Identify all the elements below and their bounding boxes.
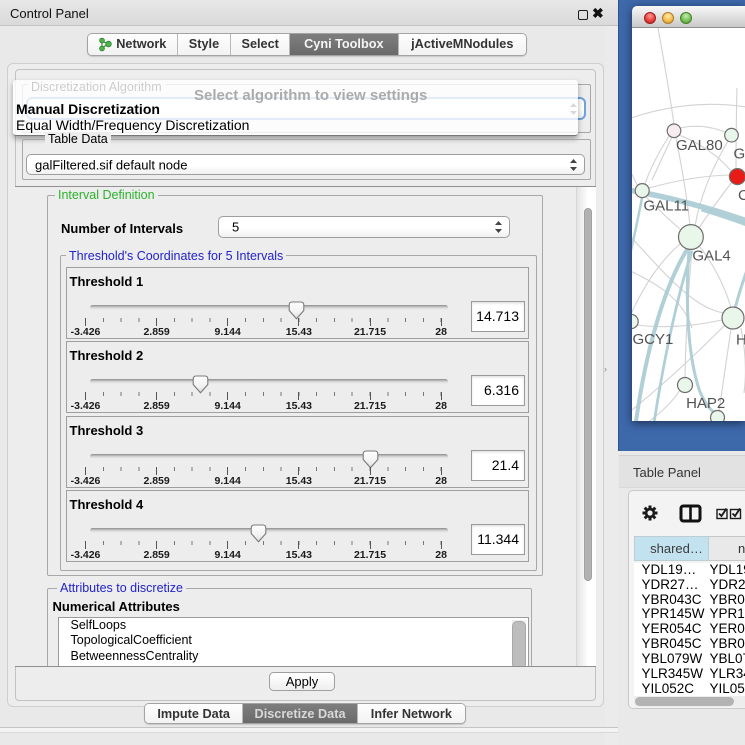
svg-text:HAP2: HAP2 [686, 395, 725, 412]
svg-text:C: C [738, 187, 745, 204]
svg-text:GAL80: GAL80 [676, 137, 723, 154]
svg-text:GAL11: GAL11 [644, 197, 690, 214]
svg-text:GAL4: GAL4 [692, 248, 730, 265]
svg-text:GA: GA [734, 146, 745, 163]
svg-text:GCY1: GCY1 [633, 331, 674, 348]
svg-text:H: H [736, 332, 745, 349]
